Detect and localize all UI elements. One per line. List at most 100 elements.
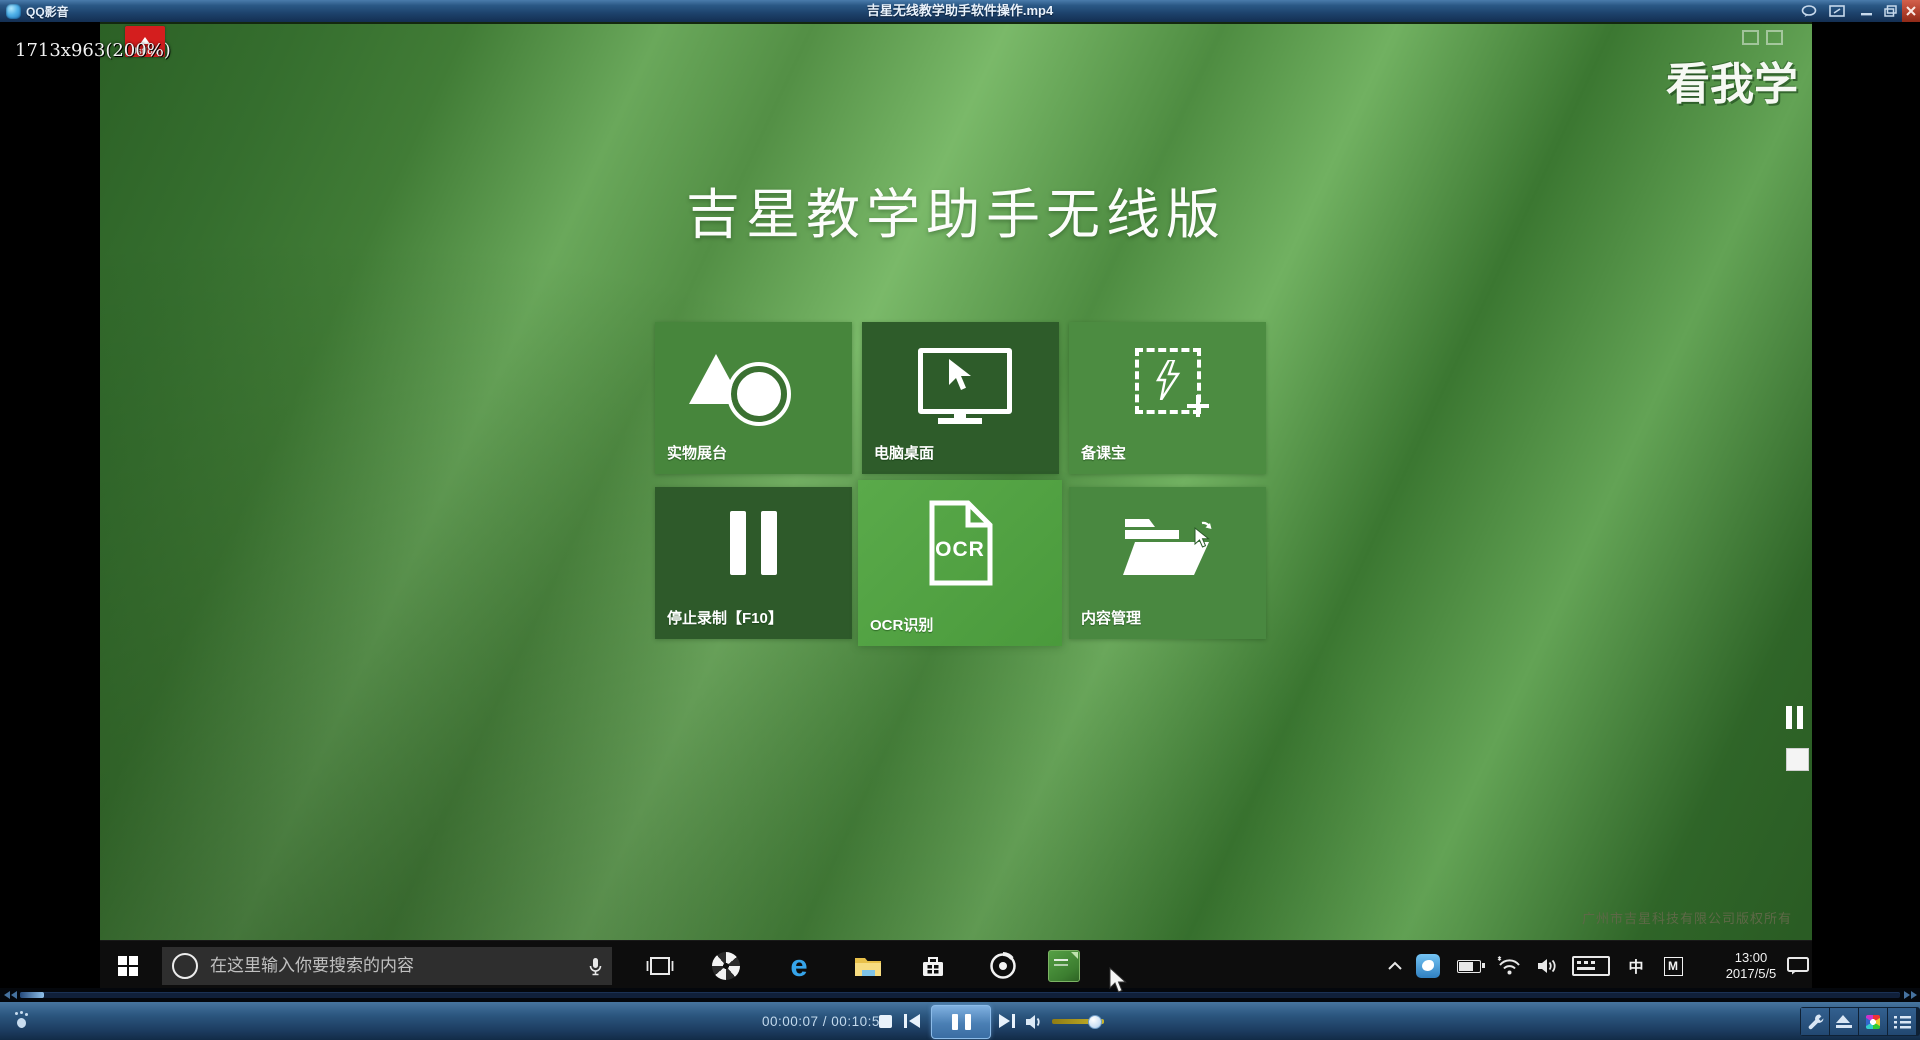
pause-button[interactable] (931, 1005, 991, 1039)
screen-recorder-button[interactable] (981, 941, 1025, 991)
open-file-button[interactable] (1830, 1008, 1858, 1035)
minimize-button[interactable] (1856, 3, 1876, 19)
eject-icon-triangle (1836, 1015, 1850, 1023)
search-input[interactable] (208, 955, 579, 977)
lightning-icon (1155, 360, 1181, 400)
volume-indicator[interactable] (1532, 941, 1564, 991)
folder-icon (854, 955, 882, 977)
action-center-icon (1787, 957, 1809, 975)
pinwheel-icon (712, 952, 740, 980)
record-disc-icon (988, 951, 1018, 981)
seek-row (0, 988, 1920, 1002)
wrench-icon (1807, 1013, 1824, 1030)
cursor-arrow-icon (945, 357, 985, 397)
color-square-icon (1866, 1015, 1880, 1029)
blue-tray-icon (1416, 954, 1440, 978)
video-display-area[interactable]: 1713x963(200%) Jstion 看我学 吉星教学助手无线版 实物展台 (0, 22, 1920, 988)
tile-label: 停止录制【F10】 (667, 607, 783, 628)
ime-mode-button[interactable]: 中 (1622, 941, 1650, 991)
minimize-icon (1861, 6, 1872, 16)
wifi-icon (1496, 956, 1522, 976)
tile-lesson-prep[interactable]: 备课宝 (1069, 322, 1266, 474)
tile-computer-desktop[interactable]: 电脑桌面 (862, 322, 1059, 474)
monitor-stand (954, 409, 966, 418)
recorded-desktop: Jstion 看我学 吉星教学助手无线版 实物展台 (100, 22, 1812, 990)
recorded-maximize-icon (1766, 30, 1783, 45)
tray-blue-app-button[interactable] (1413, 941, 1443, 991)
previous-button[interactable] (904, 1014, 920, 1028)
tile-stop-recording[interactable]: 停止录制【F10】 (655, 487, 852, 639)
volume-knob[interactable] (1088, 1015, 1102, 1029)
task-view-icon (646, 956, 674, 976)
next-button[interactable] (999, 1014, 1015, 1028)
rewind-button[interactable] (4, 991, 17, 999)
time-display: 00:00:07 / 00:10:57 (762, 1014, 888, 1029)
qq-player-window: QQ影音 吉星无线教学助手软件操作.mp4 (0, 0, 1920, 1040)
volume-mute-button[interactable] (1025, 1014, 1047, 1030)
mini-mode-footprint-button[interactable] (14, 1011, 30, 1029)
taskbar-search-box[interactable] (162, 947, 612, 985)
seek-progress (20, 992, 44, 998)
feedback-button[interactable] (1799, 3, 1819, 19)
clock-button[interactable]: 13:00 2017/5/5 (1708, 941, 1794, 991)
store-button[interactable] (911, 941, 955, 991)
tray-chevron-button[interactable] (1380, 941, 1410, 991)
jixing-assistant-button[interactable] (1042, 941, 1086, 991)
restore-icon (1884, 5, 1897, 17)
tile-document-camera[interactable]: 实物展台 (655, 322, 852, 474)
playlist-button[interactable] (1888, 1008, 1916, 1035)
start-button[interactable] (106, 941, 150, 991)
playlist-panel-button[interactable] (1827, 3, 1847, 19)
restore-button[interactable] (1880, 3, 1900, 19)
wifi-indicator[interactable] (1494, 941, 1524, 991)
video-filename: 吉星无线教学助手软件操作.mp4 (0, 0, 1920, 22)
ime-mode-text: 中 (1628, 956, 1643, 977)
busy-cursor-icon (1188, 520, 1216, 550)
touch-keyboard-icon (1572, 956, 1610, 976)
ocr-icon-text: OCR (858, 538, 1062, 562)
snapshot-button[interactable] (1859, 1008, 1887, 1035)
tile-ocr[interactable]: OCR OCR识别 (858, 480, 1062, 646)
copyright-text: 广州市吉星科技有限公司版权所有 (1582, 908, 1792, 927)
edge-browser-button[interactable]: e (777, 941, 821, 991)
titlebar: QQ影音 吉星无线教学助手软件操作.mp4 (0, 0, 1920, 23)
stop-button[interactable] (879, 1015, 892, 1028)
panel-edit-icon (1829, 5, 1845, 17)
rewind-icon (11, 991, 17, 999)
close-button[interactable] (1902, 0, 1920, 22)
mouse-cursor-icon (1108, 966, 1130, 996)
jixing-app-icon (1048, 950, 1080, 982)
speaker-icon (1537, 958, 1559, 974)
previous-icon-bar (904, 1014, 907, 1028)
monitor-icon (918, 348, 1012, 414)
touch-keyboard-button[interactable] (1570, 941, 1612, 991)
monitor-base (938, 418, 982, 424)
pause-bar (1797, 706, 1803, 729)
player-tool-group (1800, 1007, 1920, 1036)
playlist-icon (1894, 1015, 1911, 1029)
fast-forward-icon (1911, 991, 1917, 999)
microphone-icon[interactable] (589, 957, 602, 976)
crosshair-icon-v (1196, 395, 1200, 417)
recorded-minimize-icon (1742, 30, 1759, 45)
windows-logo-icon (118, 956, 138, 976)
eject-icon-bar (1836, 1025, 1852, 1028)
settings-button[interactable] (1801, 1008, 1829, 1035)
action-center-button[interactable] (1784, 941, 1812, 991)
battery-icon (1457, 960, 1481, 973)
pause-bar (1786, 706, 1792, 729)
ime-letter-badge: M (1664, 957, 1683, 976)
recorder-stop-button[interactable] (1786, 748, 1809, 771)
battery-indicator[interactable] (1452, 941, 1486, 991)
file-explorer-button[interactable] (846, 941, 890, 991)
fast-forward-button[interactable] (1904, 991, 1917, 999)
pinwheel-browser-button[interactable] (704, 941, 748, 991)
ime-language-button[interactable]: M (1660, 941, 1686, 991)
titlebar-left: QQ影音 (6, 0, 69, 22)
seek-bar[interactable] (20, 992, 1900, 998)
player-control-bar: 00:00:07 / 00:10:57 (0, 1002, 1920, 1040)
task-view-button[interactable] (638, 941, 682, 991)
recorder-pause-button[interactable] (1786, 706, 1807, 729)
pause-bar (952, 1014, 958, 1030)
tile-content-manager[interactable]: 内容管理 (1069, 487, 1266, 639)
